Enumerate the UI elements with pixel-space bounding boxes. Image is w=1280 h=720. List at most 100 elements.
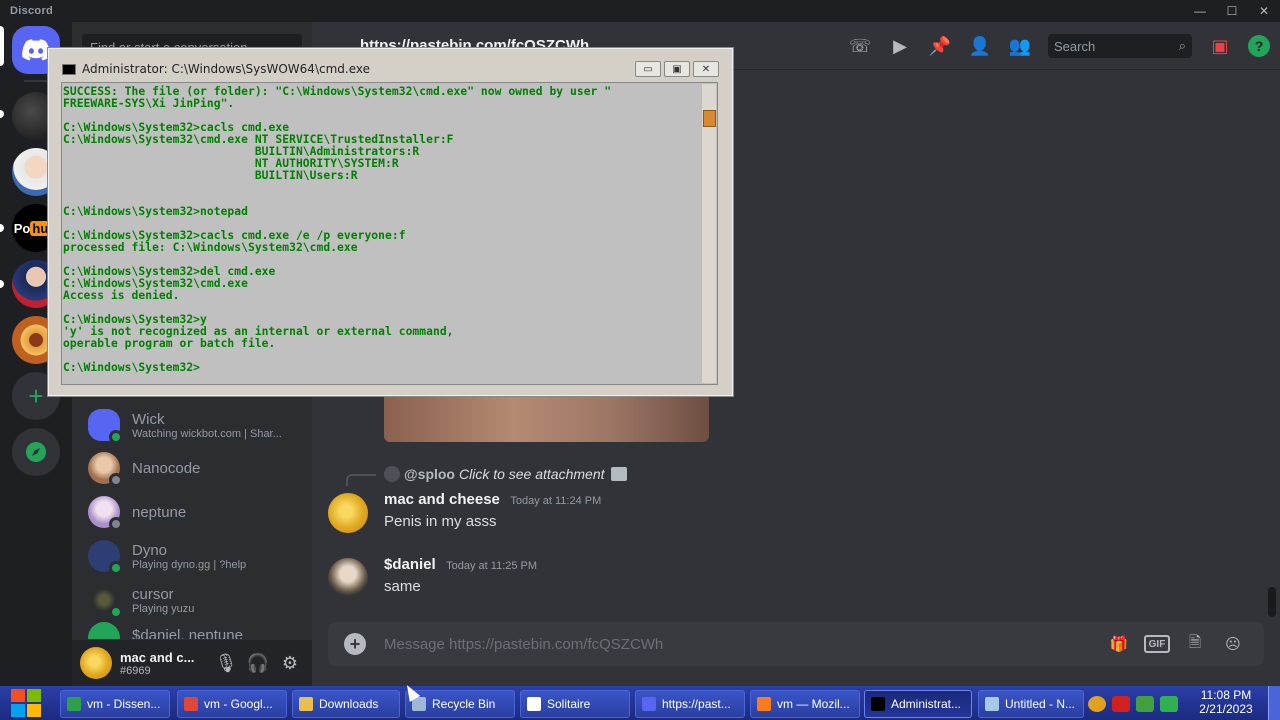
cmd-window: Administrator: C:\Windows\SysWOW64\cmd.e… bbox=[47, 47, 734, 397]
cmd-titlebar[interactable]: Administrator: C:\Windows\SysWOW64\cmd.e… bbox=[54, 59, 727, 79]
dm-item-dyno[interactable]: Dyno Playing dyno.gg | ?help bbox=[80, 535, 304, 577]
username: mac and c... bbox=[120, 649, 195, 665]
active-indicator bbox=[0, 26, 4, 66]
messages-scrollbar[interactable] bbox=[1268, 72, 1276, 617]
dm-item-cursor[interactable]: cursor Playing yuzu bbox=[80, 579, 304, 621]
members-icon[interactable]: 👥 bbox=[1000, 30, 1040, 62]
explore-servers-button[interactable] bbox=[12, 428, 60, 476]
close-button[interactable]: ✕ bbox=[1248, 0, 1280, 22]
dm-item-group[interactable]: $daniel, neptune bbox=[80, 621, 304, 639]
dm-name: cursor bbox=[132, 585, 174, 603]
microphone-icon[interactable]: 🎙 bbox=[210, 647, 242, 679]
unread-indicator bbox=[0, 280, 4, 288]
dm-item-nanocode[interactable]: Nanocode bbox=[80, 447, 304, 489]
start-button[interactable] bbox=[0, 686, 52, 720]
maximize-button[interactable]: ☐ bbox=[1216, 0, 1248, 22]
taskbar-button-label: vm — Mozil... bbox=[777, 697, 850, 711]
status-online-icon bbox=[109, 561, 123, 575]
cmd-title: Administrator: C:\Windows\SysWOW64\cmd.e… bbox=[82, 62, 370, 76]
taskbar: vm - Dissen... vm - Googl... Downloads Recy… bbox=[0, 686, 1280, 720]
dm-name: neptune bbox=[132, 503, 187, 521]
show-desktop-button[interactable] bbox=[1268, 686, 1280, 720]
pin-icon[interactable]: 📌 bbox=[920, 30, 960, 62]
tray-back-icon[interactable] bbox=[1088, 696, 1106, 712]
avatar bbox=[88, 409, 123, 444]
status-online-icon bbox=[109, 430, 123, 444]
cmd-scrollbar[interactable] bbox=[701, 84, 716, 383]
taskbar-button-label: Recycle Bin bbox=[432, 697, 496, 711]
status-offline-icon bbox=[109, 517, 123, 531]
emoji-icon[interactable]: ☹ bbox=[1214, 632, 1252, 656]
image-attachment[interactable] bbox=[384, 396, 709, 442]
gear-icon[interactable]: ⚙ bbox=[274, 647, 306, 679]
voice-call-icon[interactable]: ☏ bbox=[840, 30, 880, 62]
taskbar-button[interactable]: Administrat... bbox=[864, 690, 972, 718]
minimize-button[interactable]: — bbox=[1184, 0, 1216, 22]
flag-icon[interactable] bbox=[1112, 696, 1130, 712]
volume-icon[interactable] bbox=[1160, 696, 1178, 712]
cmd-restore-button[interactable]: ▣ bbox=[664, 61, 690, 77]
message-author[interactable]: $daniel bbox=[384, 556, 436, 573]
clock-date: 2/21/2023 bbox=[1199, 702, 1253, 716]
reply-reference[interactable]: @sploo Click to see attachment bbox=[384, 466, 627, 482]
cmd-scroll-thumb[interactable] bbox=[703, 110, 716, 127]
dm-activity: Watching wickbot.com | Shar... bbox=[132, 427, 282, 440]
compass-icon bbox=[26, 442, 46, 462]
message-text: Penis in my asss bbox=[384, 513, 497, 530]
status-offline-icon bbox=[109, 473, 123, 487]
taskbar-button-label: Solitaire bbox=[547, 697, 591, 711]
gift-icon[interactable]: 🎁 bbox=[1100, 632, 1138, 656]
avatar[interactable] bbox=[328, 558, 368, 598]
dm-item-neptune[interactable]: neptune bbox=[80, 491, 304, 533]
app-icon bbox=[757, 697, 771, 711]
dm-activity: Playing yuzu bbox=[132, 602, 195, 615]
app-name: Discord bbox=[10, 5, 54, 17]
clock[interactable]: 11:08 PM 2/21/2023 bbox=[1196, 688, 1256, 716]
taskbar-button[interactable]: Solitaire bbox=[520, 690, 630, 718]
discord-logo-icon bbox=[22, 39, 50, 61]
headphones-icon[interactable]: 🎧 bbox=[242, 647, 274, 679]
dm-name: $daniel, neptune bbox=[132, 626, 243, 640]
cmd-minimize-button[interactable]: ▭ bbox=[635, 61, 661, 77]
window-titlebar: Discord — ☐ ✕ bbox=[0, 0, 1280, 22]
reply-author[interactable]: @sploo bbox=[404, 466, 455, 482]
image-icon bbox=[610, 467, 627, 481]
cmd-console[interactable]: SUCCESS: The file (or folder): "C:\Windo… bbox=[61, 82, 718, 385]
taskbar-button[interactable]: vm — Mozil... bbox=[750, 690, 860, 718]
reply-text[interactable]: Click to see attachment bbox=[459, 466, 605, 482]
gif-button[interactable]: GIF bbox=[1144, 635, 1170, 653]
video-call-icon[interactable]: ▶ bbox=[880, 30, 920, 62]
dm-item-wick[interactable]: Wick Watching wickbot.com | Shar... bbox=[80, 404, 304, 446]
cmd-icon bbox=[62, 63, 76, 75]
cmd-close-button[interactable]: ✕ bbox=[693, 61, 719, 77]
taskbar-button[interactable]: vm - Dissen... bbox=[60, 690, 170, 718]
search-icon: ⌕ bbox=[1178, 38, 1186, 53]
add-friend-icon[interactable]: 👤 bbox=[960, 30, 1000, 62]
upload-plus-icon[interactable]: + bbox=[344, 633, 366, 655]
app-icon bbox=[985, 697, 999, 711]
sticker-icon[interactable]: 🗎 bbox=[1176, 632, 1214, 656]
avatar[interactable] bbox=[328, 493, 368, 533]
header-search-input[interactable]: Search ⌕ bbox=[1048, 34, 1192, 58]
taskbar-button[interactable]: Recycle Bin bbox=[405, 690, 515, 718]
windows-logo-icon bbox=[11, 689, 41, 717]
network-icon[interactable] bbox=[1136, 696, 1154, 712]
avatar[interactable] bbox=[80, 647, 112, 679]
taskbar-button[interactable]: Untitled - N... bbox=[978, 690, 1084, 718]
avatar bbox=[88, 584, 123, 619]
message-author[interactable]: mac and cheese bbox=[384, 491, 500, 508]
app-icon bbox=[184, 697, 198, 711]
help-icon[interactable]: ? bbox=[1248, 35, 1270, 57]
taskbar-button-label: Administrat... bbox=[891, 697, 962, 711]
taskbar-button[interactable]: Downloads bbox=[292, 690, 400, 718]
unread-indicator bbox=[0, 224, 4, 232]
app-icon bbox=[642, 697, 656, 711]
taskbar-button-label: vm - Dissen... bbox=[87, 697, 161, 711]
inbox-icon[interactable]: ▣ bbox=[1200, 30, 1240, 62]
avatar bbox=[88, 540, 123, 575]
message-input[interactable]: Message https://pastebin.com/fcQSZCWh bbox=[384, 636, 663, 653]
taskbar-button[interactable]: vm - Googl... bbox=[177, 690, 287, 718]
taskbar-button-label: vm - Googl... bbox=[204, 697, 273, 711]
taskbar-button[interactable]: https://past... bbox=[635, 690, 745, 718]
scrollbar-thumb[interactable] bbox=[1268, 587, 1276, 617]
